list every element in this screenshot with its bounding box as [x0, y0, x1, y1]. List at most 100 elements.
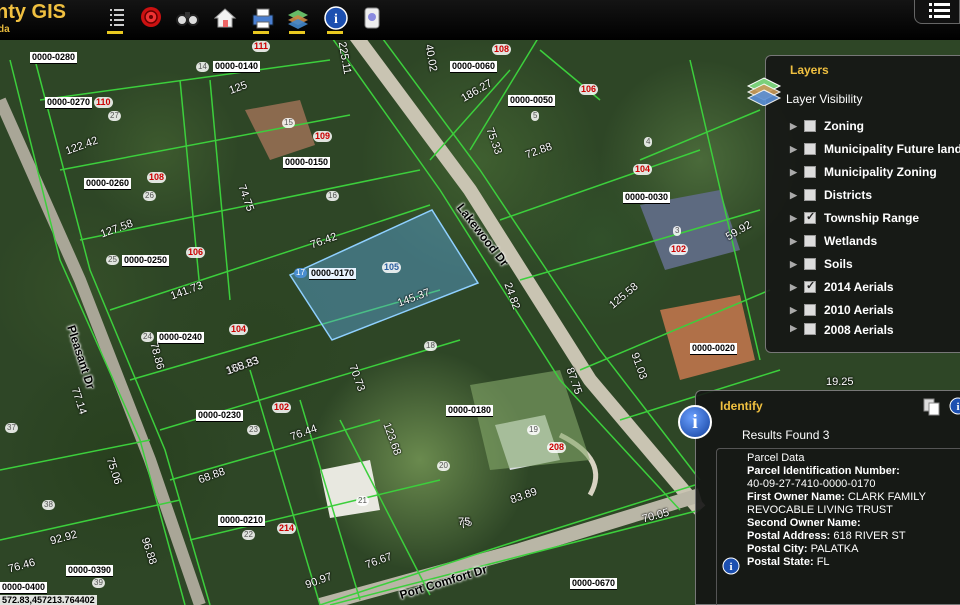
- layer-item-2014-aerials[interactable]: ▶2014 Aerials: [790, 277, 894, 297]
- parcel-id-label[interactable]: 0000-0250: [122, 255, 170, 267]
- layer-label: 2008 Aerials: [824, 323, 894, 335]
- dimension-label: 75: [458, 516, 471, 528]
- layer-checkbox[interactable]: [804, 323, 816, 335]
- layer-label: Municipality Future land: [824, 142, 960, 156]
- layer-checkbox[interactable]: [804, 304, 816, 316]
- result-info-icon[interactable]: i: [722, 557, 740, 575]
- layer-checkbox[interactable]: [804, 120, 816, 132]
- layers-panel: Layers Layer Visibility ▶ Zoning ▶ Municip…: [746, 55, 960, 353]
- parcel-id-label[interactable]: 0000-0270: [45, 97, 93, 109]
- parcel-id-label[interactable]: 0000-0230: [196, 410, 244, 422]
- identify-panel: i Identify i Results Found 3 Parcel Data…: [678, 390, 960, 605]
- lot-number: 16: [326, 191, 339, 201]
- identify-panel-title: Identify: [720, 399, 763, 413]
- parcel-id-label[interactable]: 0000-0240: [157, 332, 205, 344]
- parcel-address-number: 104: [633, 164, 653, 175]
- parcel-id-label[interactable]: 0000-0400: [0, 582, 48, 594]
- parcel-id-label[interactable]: 0000-0020: [690, 343, 738, 355]
- parcel-id-label[interactable]: 0000-0260: [84, 178, 132, 190]
- home-extent-icon[interactable]: [213, 6, 238, 34]
- parcel-address-number: 214: [277, 523, 297, 534]
- attribute-key: Parcel Identification Number:: [747, 465, 900, 477]
- lot-number: 22: [242, 530, 255, 540]
- layer-item-wetlands[interactable]: ▶ Wetlands: [790, 231, 877, 251]
- parcel-id-label[interactable]: 0000-0210: [218, 515, 266, 527]
- copy-icon[interactable]: [922, 397, 942, 417]
- lot-number: 21: [356, 496, 369, 506]
- lot-number: 18: [424, 341, 437, 351]
- house-roof: [245, 100, 315, 160]
- attribute-value: FL: [813, 556, 830, 565]
- lot-number: 25: [106, 255, 119, 265]
- house-roof: [320, 460, 380, 518]
- dimension-label: 19.25: [826, 376, 854, 388]
- main-menu-button[interactable]: [914, 0, 960, 24]
- layer-item-zoning[interactable]: ▶ Zoning: [790, 116, 864, 136]
- identify-info-icon: i: [678, 405, 712, 439]
- target-zoom-icon[interactable]: [140, 6, 164, 34]
- layer-label: Municipality Zoning: [824, 165, 937, 179]
- layer-checkbox[interactable]: [804, 210, 816, 224]
- svg-text:i: i: [334, 12, 338, 27]
- parcel-address-number: 208: [547, 442, 567, 453]
- layer-item-municipality-future-land[interactable]: ▶ Municipality Future land: [790, 139, 960, 159]
- layer-item-districts[interactable]: ▶ Districts: [790, 185, 872, 205]
- lot-number: 27: [108, 111, 121, 121]
- layer-item-township-range[interactable]: ▶Township Range: [790, 208, 919, 228]
- app-subtitle: da: [0, 24, 10, 35]
- attribute-row: Second Owner Name:: [747, 517, 960, 530]
- parcel-id-label[interactable]: 0000-0060: [450, 61, 498, 73]
- attribute-value: PALATKA: [807, 543, 859, 555]
- lot-number: 37: [5, 423, 18, 433]
- layers-stack-icon[interactable]: [286, 6, 310, 34]
- binoculars-find-icon[interactable]: [176, 6, 200, 34]
- lot-number: 38: [42, 500, 55, 510]
- print-icon[interactable]: [250, 6, 274, 34]
- bookmark-phone-icon[interactable]: [360, 6, 384, 34]
- layer-checkbox[interactable]: [804, 143, 816, 155]
- attribute-row: Postal Address: 618 RIVER ST: [747, 530, 960, 543]
- app-title: nty GIS: [0, 1, 67, 23]
- parcel-data-heading: Parcel Data: [747, 452, 805, 464]
- top-toolbar: nty GIS da i: [0, 0, 960, 40]
- layer-item-municipality-zoning[interactable]: ▶ Municipality Zoning: [790, 162, 937, 182]
- layer-item-2010-aerials[interactable]: ▶ 2010 Aerials: [790, 300, 894, 320]
- layer-checkbox[interactable]: [804, 235, 816, 247]
- layer-checkbox[interactable]: [804, 189, 816, 201]
- layer-item-soils[interactable]: ▶ Soils: [790, 254, 853, 274]
- layer-checkbox[interactable]: [804, 166, 816, 178]
- parcel-address-number: 106: [579, 84, 599, 95]
- parcel-id-label[interactable]: 0000-0280: [30, 52, 78, 64]
- parcel-id-label[interactable]: 0000-0670: [570, 578, 618, 590]
- attribute-key: Postal City:: [747, 543, 808, 555]
- layer-label: Soils: [824, 257, 853, 271]
- pleasant-road-surface: [0, 97, 206, 605]
- parcel-address-number: 104: [229, 324, 249, 335]
- info-icon[interactable]: i: [948, 396, 960, 416]
- svg-text:i: i: [956, 401, 959, 413]
- layers-panel-subtitle: Layer Visibility: [786, 92, 863, 106]
- layers-panel-icon: [746, 77, 782, 106]
- attribute-value: REVOCABLE LIVING TRUST: [747, 504, 893, 516]
- svg-text:i: i: [729, 561, 732, 573]
- lot-number: 19: [527, 425, 540, 435]
- port-comfort-road-surface: [318, 488, 703, 605]
- parcel-id-label[interactable]: 0000-0030: [623, 192, 671, 204]
- attribute-row: First Owner Name: CLARK FAMILY: [747, 491, 960, 504]
- gis-app: nty GIS da i 0000-0280 0000-0140 111 000…: [0, 0, 960, 605]
- identify-info-icon[interactable]: i: [324, 6, 348, 34]
- layer-checkbox[interactable]: [804, 279, 816, 293]
- parcel-address-number: 108: [492, 44, 512, 55]
- selected-parcel-id-label[interactable]: 0000-0170: [309, 268, 357, 280]
- layer-label: 2010 Aerials: [824, 303, 894, 317]
- parcel-id-label[interactable]: 0000-0150: [283, 157, 331, 169]
- attribute-row: Postal City: PALATKA: [747, 543, 960, 556]
- parcel-id-label[interactable]: 0000-0140: [213, 61, 261, 73]
- parcel-id-label[interactable]: 0000-0050: [508, 95, 556, 107]
- legend-list-icon[interactable]: [104, 6, 128, 34]
- parcel-id-label[interactable]: 0000-0390: [66, 565, 114, 577]
- layer-checkbox[interactable]: [804, 258, 816, 270]
- layer-item-2008-aerials[interactable]: ▶ 2008 Aerials: [790, 323, 894, 335]
- attribute-row: Postal State: FL: [747, 556, 960, 565]
- parcel-id-label[interactable]: 0000-0180: [446, 405, 494, 417]
